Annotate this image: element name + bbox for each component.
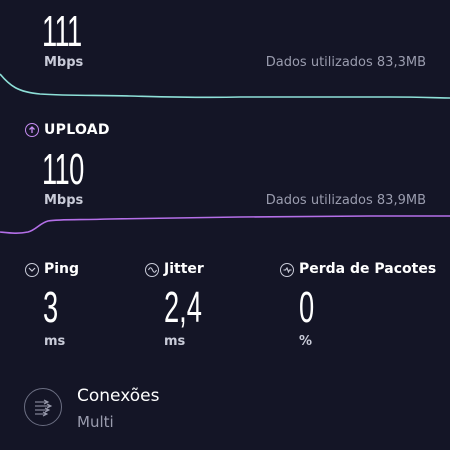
jitter-label: Jitter xyxy=(164,261,204,277)
upload-section-title: UPLOAD xyxy=(44,122,110,138)
download-speed-value: 111 xyxy=(42,7,82,56)
upload-graph-line xyxy=(0,215,450,234)
ping-icon xyxy=(25,263,39,277)
metric-packet-loss: Perda de Pacotes 0 % xyxy=(280,260,445,350)
packet-loss-unit: % xyxy=(299,334,313,349)
packet-loss-label: Perda de Pacotes xyxy=(299,261,437,277)
connections-title: Conexões xyxy=(77,386,160,406)
jitter-value: 2,4 xyxy=(164,283,202,332)
metric-ping: Ping 3 ms xyxy=(25,260,135,350)
metric-jitter: Jitter 2,4 ms xyxy=(145,260,265,350)
ping-value: 3 xyxy=(43,283,59,332)
jitter-unit: ms xyxy=(164,334,186,349)
download-graph-line xyxy=(0,73,450,99)
jitter-icon xyxy=(145,263,159,277)
ping-unit: ms xyxy=(44,334,66,349)
upload-speed-graph xyxy=(0,215,450,234)
ping-label: Ping xyxy=(44,261,80,277)
packet-loss-icon xyxy=(280,263,294,277)
upload-arrow-icon xyxy=(25,123,39,137)
multi-connection-icon xyxy=(24,388,62,426)
upload-speed-value: 110 xyxy=(42,145,84,194)
connections-mode: Multi xyxy=(77,413,114,431)
download-data-used: Dados utilizados 83,3MB xyxy=(265,55,426,70)
download-speed-unit: Mbps xyxy=(44,55,84,70)
connections-row[interactable]: Conexões Multi xyxy=(24,384,424,434)
download-speed-graph xyxy=(0,73,450,99)
packet-loss-value: 0 xyxy=(299,283,315,332)
